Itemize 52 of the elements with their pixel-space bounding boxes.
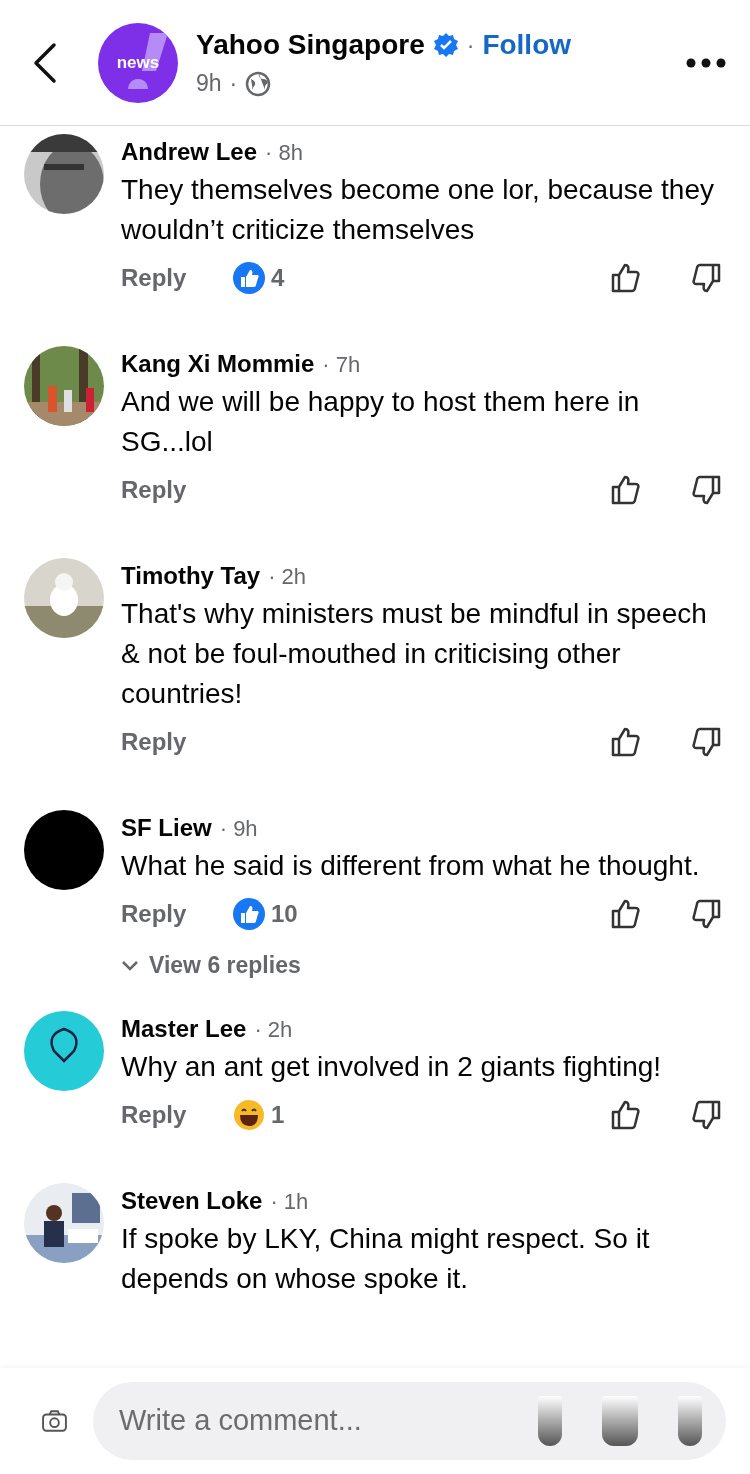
like-icon xyxy=(233,898,265,930)
blurred-icon[interactable] xyxy=(538,1396,562,1446)
comment-time: · 7h xyxy=(322,351,361,379)
comment-time: · 2h xyxy=(254,1015,293,1044)
thumbs-down-icon[interactable] xyxy=(692,725,722,759)
comment-text: What he said is different from what he thought. xyxy=(121,849,701,883)
reply-button[interactable]: Reply xyxy=(121,260,233,296)
thumbs-up-icon[interactable] xyxy=(610,897,640,931)
follow-link[interactable]: Follow xyxy=(482,24,572,67)
reply-button[interactable]: Reply xyxy=(121,724,233,760)
post-time: 9h xyxy=(196,69,222,99)
comment-time: · 2h xyxy=(268,563,307,591)
comment-time: · 9h xyxy=(219,815,258,843)
comment-field[interactable]: Write a comment... xyxy=(93,1382,726,1460)
logo-text: news xyxy=(116,51,160,74)
blurred-icon[interactable] xyxy=(678,1396,702,1446)
author-name[interactable]: Kang Xi Mommie xyxy=(121,346,315,382)
author-name[interactable]: Steven Loke xyxy=(121,1182,263,1219)
more-icon[interactable] xyxy=(686,57,726,68)
comment-text: That's why ministers must be mindful in speech & not be foul-mouthed in criticising other countries! xyxy=(121,597,708,711)
author-name[interactable]: SF Liew xyxy=(121,810,212,846)
comment-time: · 8h xyxy=(265,139,303,167)
thumbs-down-icon[interactable] xyxy=(692,897,722,931)
reaction-count: 1 xyxy=(271,1099,285,1130)
author-name[interactable]: Timothy Tay xyxy=(121,558,261,594)
author-name[interactable]: Master Lee xyxy=(121,1010,247,1047)
reply-button[interactable]: Reply xyxy=(121,896,233,932)
blurred-icon[interactable] xyxy=(602,1396,638,1446)
separator: · xyxy=(466,31,475,60)
comment-text: If spoke by LKY, China might respect. So it depends on whose spoke it. xyxy=(121,1221,651,1296)
reply-button[interactable]: Reply xyxy=(121,472,233,508)
laughing-emoji-icon xyxy=(233,1098,265,1131)
separator: · xyxy=(229,69,238,99)
thumbs-down-icon[interactable] xyxy=(692,473,722,507)
thumbs-up-icon[interactable] xyxy=(610,725,640,759)
globe-icon xyxy=(245,70,272,97)
comment-text: Why an ant get involved in 2 giants fighting! xyxy=(121,1049,663,1084)
chevron-down-icon xyxy=(121,959,139,972)
reaction-count: 4 xyxy=(271,263,285,293)
reply-button[interactable]: Reply xyxy=(121,1096,233,1133)
comment-text: And we will be happy to host them here in SG...lol xyxy=(121,385,641,459)
reaction-count: 10 xyxy=(271,899,298,929)
author-name[interactable]: Andrew Lee xyxy=(121,134,258,170)
comment-input[interactable]: Write a comment... xyxy=(117,1398,498,1444)
comment-time: · 1h xyxy=(270,1187,309,1216)
view-replies-button[interactable]: View 6 replies xyxy=(121,948,301,983)
comment-text: They themselves become one lor, because they wouldn’t criticize themselves xyxy=(121,173,715,247)
thumbs-up-icon[interactable] xyxy=(610,473,640,507)
page-name[interactable]: Yahoo Singapore xyxy=(196,24,425,67)
thumbs-down-icon[interactable] xyxy=(692,261,722,295)
like-icon xyxy=(233,262,265,294)
thumbs-up-icon[interactable] xyxy=(610,261,640,295)
